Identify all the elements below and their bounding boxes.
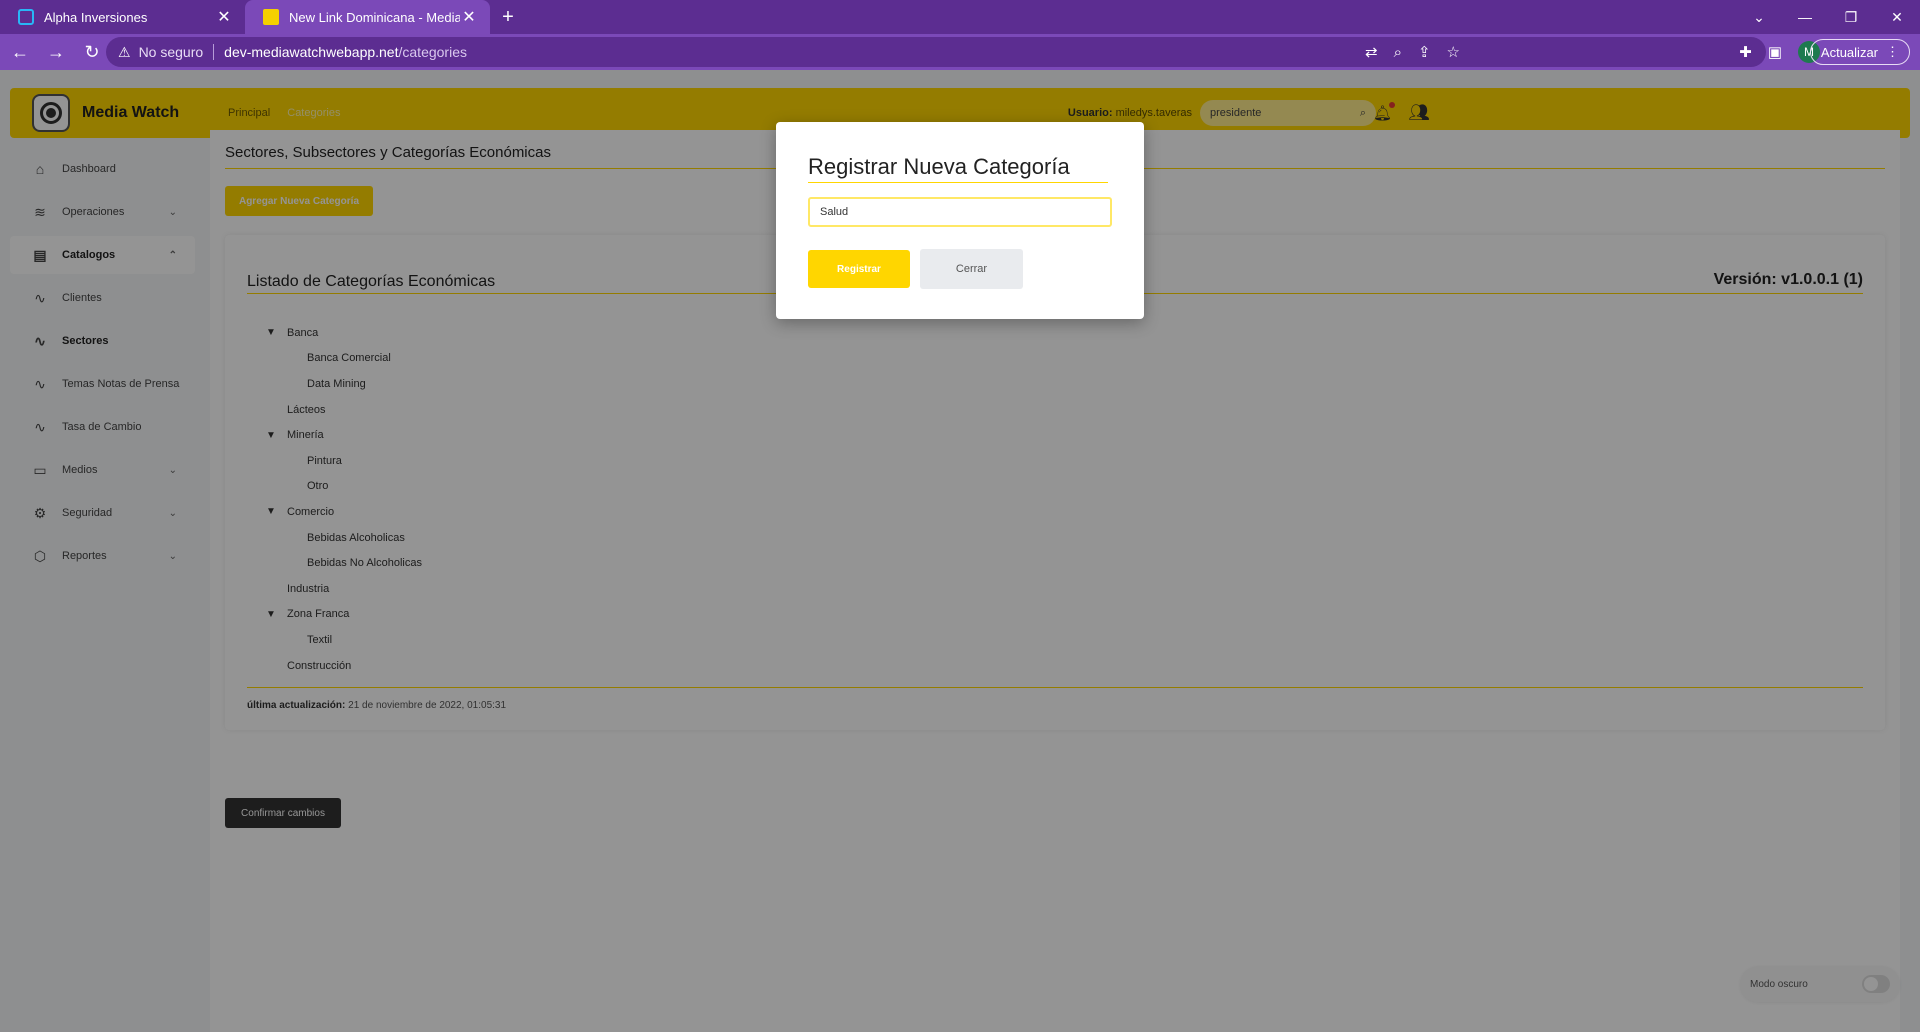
divider	[808, 182, 1108, 183]
new-tab-icon[interactable]: +	[490, 0, 526, 34]
side-panel-icon[interactable]: ▣	[1768, 43, 1782, 61]
window-controls: ⌄ — ❐ ✕	[1736, 0, 1920, 34]
minimize-icon[interactable]: —	[1782, 0, 1828, 34]
close-tab-icon[interactable]: ✕	[215, 7, 233, 27]
tab-search-icon[interactable]: ⌄	[1736, 0, 1782, 34]
reload-icon[interactable]: ↻	[76, 36, 108, 68]
register-button[interactable]: Registrar	[808, 250, 910, 288]
register-category-modal: Registrar Nueva Categoría Registrar Cerr…	[776, 122, 1144, 319]
url-host: dev-mediawatchwebapp.net	[224, 44, 399, 60]
omnibox-icons: ⇄ ⌕ ⇪ ☆	[1365, 34, 1460, 70]
close-window-icon[interactable]: ✕	[1874, 0, 1920, 34]
back-icon[interactable]: ←	[4, 36, 36, 68]
extension-icons: ✚ ▣ M	[1739, 34, 1820, 70]
browser-toolbar: ← → ↻ ⚠ No seguro dev-mediawatchwebapp.n…	[0, 34, 1920, 70]
category-name-input[interactable]	[808, 197, 1112, 227]
forward-icon[interactable]: →	[40, 36, 72, 68]
tab-favicon-icon	[263, 9, 279, 25]
close-tab-icon[interactable]: ✕	[460, 7, 478, 27]
translate-icon[interactable]: ⇄	[1365, 43, 1378, 61]
modal-title: Registrar Nueva Categoría	[808, 154, 1070, 179]
restore-icon[interactable]: ❐	[1828, 0, 1874, 34]
browser-tab-bar: Alpha Inversiones ✕ New Link Dominicana …	[0, 0, 1920, 34]
browser-tab-alpha[interactable]: Alpha Inversiones ✕	[0, 0, 245, 34]
tab-title: Alpha Inversiones	[44, 9, 148, 25]
update-label: Actualizar	[1820, 44, 1878, 60]
divider	[213, 44, 215, 60]
extensions-icon[interactable]: ✚	[1739, 43, 1752, 61]
url-path: /categories	[398, 44, 467, 60]
address-bar[interactable]: ⚠ No seguro dev-mediawatchwebapp.net/cat…	[106, 37, 1766, 67]
close-button[interactable]: Cerrar	[920, 249, 1023, 289]
menu-dots-icon: ⋮	[1886, 44, 1899, 59]
browser-tab-mediawatch[interactable]: New Link Dominicana - Media W ✕	[245, 0, 490, 34]
tab-title: New Link Dominicana - Media W	[289, 9, 460, 25]
update-button[interactable]: Actualizar ⋮	[1809, 39, 1910, 65]
bookmark-star-icon[interactable]: ☆	[1447, 43, 1460, 61]
zoom-icon[interactable]: ⌕	[1394, 44, 1402, 61]
tab-favicon-icon	[18, 9, 34, 25]
warning-icon: ⚠	[118, 43, 131, 60]
share-icon[interactable]: ⇪	[1418, 43, 1431, 61]
security-label: No seguro	[138, 44, 204, 60]
